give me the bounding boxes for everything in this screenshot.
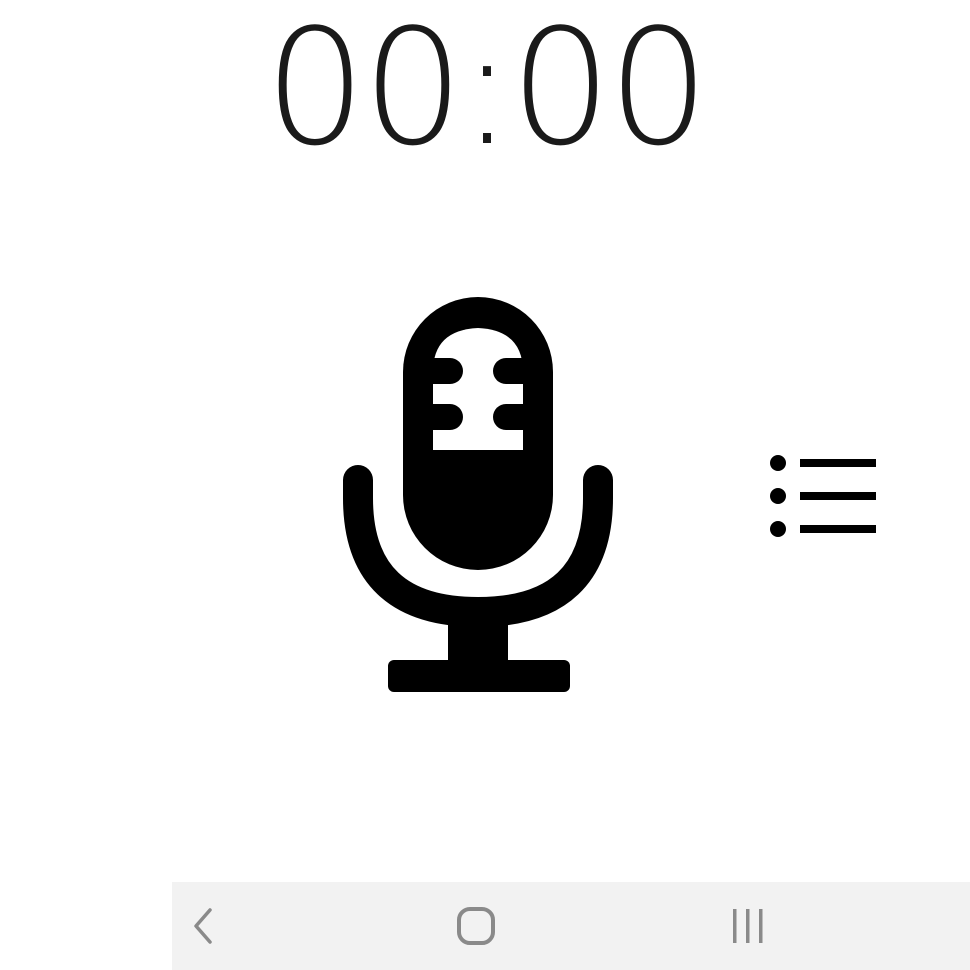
- home-button[interactable]: [426, 882, 526, 970]
- home-icon: [457, 907, 495, 945]
- voice-recorder-screen: 00:00: [0, 0, 970, 970]
- microphone-icon: [343, 297, 613, 692]
- record-button[interactable]: [330, 290, 630, 700]
- back-button[interactable]: [154, 882, 254, 970]
- elapsed-time: 00:00: [264, 0, 709, 181]
- recent-apps-icon: [733, 909, 763, 943]
- navigation-bar: [172, 882, 970, 970]
- recordings-list-button[interactable]: [760, 445, 890, 545]
- back-chevron-icon: [194, 908, 212, 944]
- list-icon: [770, 455, 876, 537]
- recent-apps-button[interactable]: [698, 882, 798, 970]
